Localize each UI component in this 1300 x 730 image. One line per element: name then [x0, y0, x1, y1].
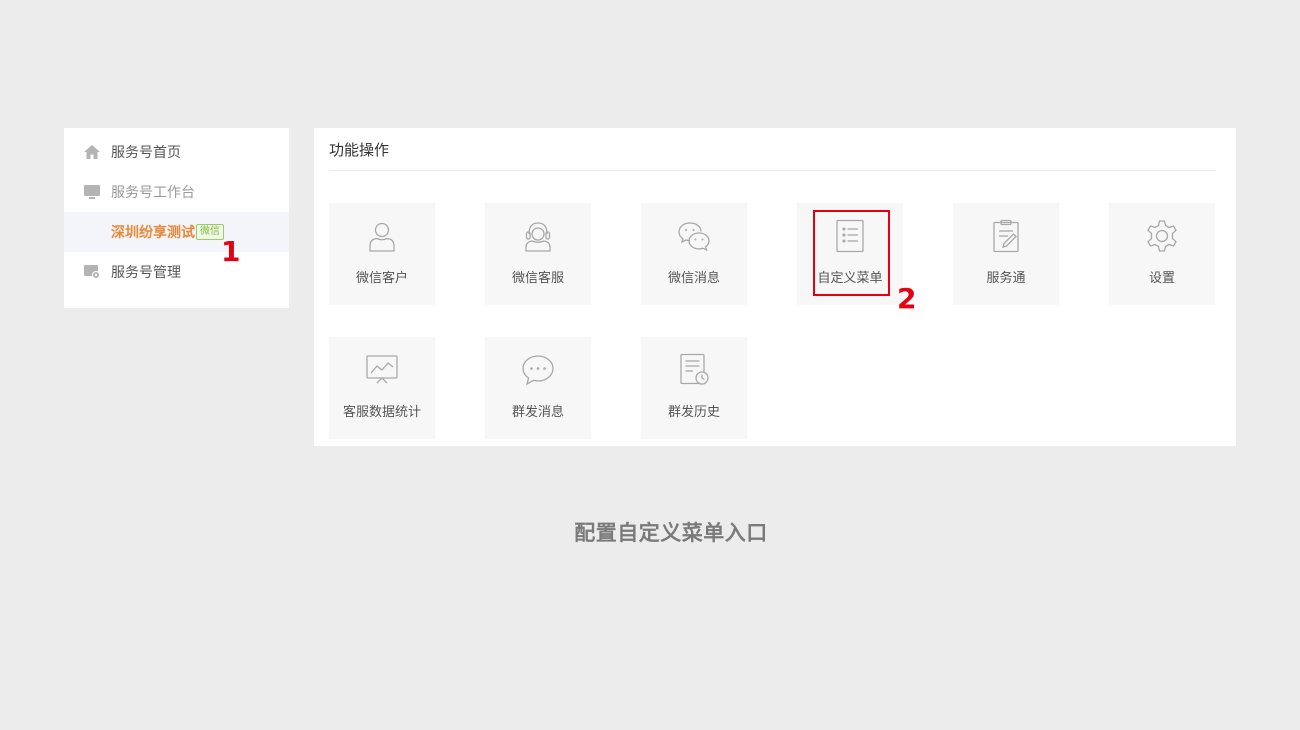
sidebar-item-label: 服务号管理 [111, 264, 181, 280]
sidebar-item-workbench[interactable]: 服务号工作台 [64, 172, 289, 212]
panel-title: 功能操作 [329, 142, 390, 159]
sidebar-item-manage[interactable]: 服务号管理 [64, 252, 289, 292]
clipboard-edit-icon [993, 219, 1019, 253]
wechat-badge: 微信 [196, 224, 224, 240]
tile-label: 设置 [1148, 270, 1175, 285]
tile-wechat-service[interactable]: 微信客服 [485, 203, 591, 305]
tile-label: 服务通 [986, 270, 1026, 285]
wechat-icon [678, 222, 710, 252]
home-icon [84, 145, 100, 159]
annotation-marker-1: 1 [221, 235, 241, 268]
tile-wechat-messages[interactable]: 微信消息 [641, 203, 747, 305]
tile-label: 微信客服 [511, 270, 564, 285]
tile-label: 微信消息 [667, 270, 720, 285]
user-icon [369, 222, 395, 252]
tile-label: 群发消息 [511, 404, 564, 419]
function-panel: 功能操作 微信客户 微信客服 微信消息 自定义菜单 服务通 设置 客服数据统计 … [314, 128, 1236, 446]
chat-bubble-icon [522, 355, 554, 386]
account-name: 深圳纷享测试 [111, 224, 195, 240]
sidebar-item-label: 服务号首页 [111, 144, 181, 160]
annotation-marker-2: 2 [897, 282, 917, 315]
tile-settings[interactable]: 设置 [1109, 203, 1215, 305]
chart-board-icon [366, 355, 398, 384]
tile-service-tong[interactable]: 服务通 [953, 203, 1059, 305]
gear-icon [1147, 220, 1177, 252]
sidebar-item-account[interactable]: 深圳纷享测试 微信 [64, 212, 289, 252]
document-clock-icon [680, 353, 709, 385]
tile-label: 客服数据统计 [342, 404, 421, 419]
sidebar: 服务号首页 服务号工作台 深圳纷享测试 微信 服务号管理 [64, 128, 289, 308]
monitor-icon [84, 185, 100, 199]
caption: 配置自定义菜单入口 [574, 522, 768, 545]
panel-divider [329, 170, 1216, 171]
sidebar-item-home[interactable]: 服务号首页 [64, 132, 289, 172]
highlight-box [813, 210, 890, 296]
tile-broadcast[interactable]: 群发消息 [485, 337, 591, 439]
settings-monitor-icon [84, 265, 100, 279]
tile-wechat-customers[interactable]: 微信客户 [329, 203, 435, 305]
tile-label: 群发历史 [667, 404, 720, 419]
headset-icon [525, 222, 551, 252]
tile-label: 微信客户 [355, 270, 408, 285]
tile-service-stats[interactable]: 客服数据统计 [329, 337, 435, 439]
tile-broadcast-history[interactable]: 群发历史 [641, 337, 747, 439]
sidebar-item-label: 服务号工作台 [111, 184, 195, 200]
